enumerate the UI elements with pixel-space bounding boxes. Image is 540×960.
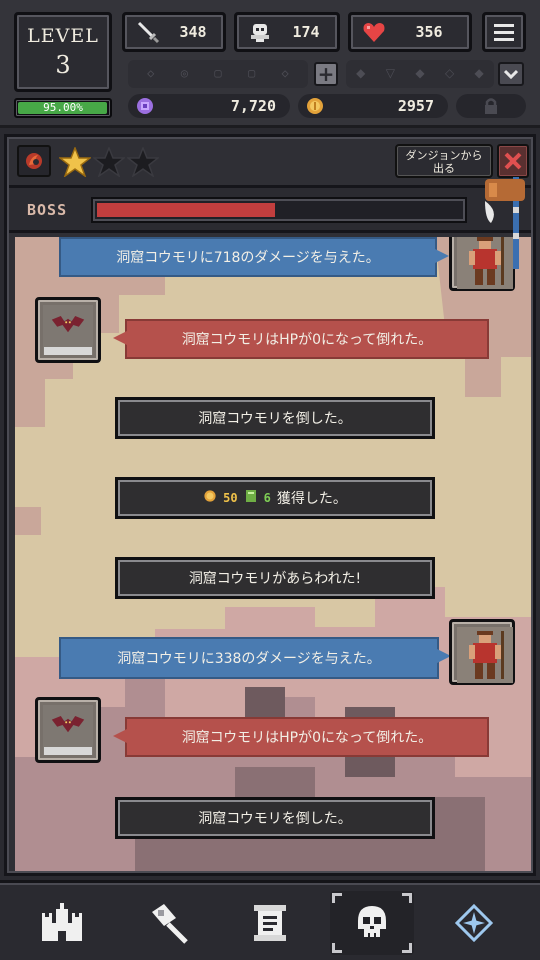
defense-stat[interactable]: 174 xyxy=(234,12,340,52)
boss-progress-fill xyxy=(97,203,276,217)
equipment-slots-left: ◇ ◎ ▢ ▢ ◇ xyxy=(128,60,308,88)
enemy-portrait[interactable] xyxy=(35,297,101,363)
loot-message: 50 6 獲得した。 xyxy=(115,477,435,519)
empty-slot-icon[interactable]: ◆ xyxy=(470,66,488,82)
menu-button[interactable] xyxy=(482,12,526,52)
empty-slot-icon[interactable]: ◎ xyxy=(174,66,194,82)
nav-dungeon-button[interactable] xyxy=(330,891,414,955)
bottom-navigation xyxy=(0,880,540,960)
hamburger-menu-icon xyxy=(494,24,514,41)
gold-counter[interactable]: 2957 xyxy=(298,94,448,118)
expand-slots-button[interactable] xyxy=(498,62,524,86)
hammer-icon xyxy=(152,904,188,944)
fire-element-icon xyxy=(17,145,51,177)
locked-slot[interactable] xyxy=(456,94,526,118)
gem-icon xyxy=(134,95,156,117)
empty-slot-icon[interactable]: ▢ xyxy=(208,66,228,82)
equipment-slots-right: ◆ ▽ ◆ ◇ ◆ xyxy=(346,60,494,88)
empty-slot-icon[interactable]: ◆ xyxy=(411,66,429,82)
chevron-down-icon xyxy=(504,69,518,79)
battle-log[interactable]: 洞窟コウモリに718のダメージを与えた。 洞窟コウモリはHPが0になって倒れた。洞… xyxy=(15,237,531,871)
attack-value: 348 xyxy=(179,23,207,41)
attack-stat[interactable]: 348 xyxy=(122,12,226,52)
enemy-hp-slot xyxy=(44,347,92,355)
hp-stat[interactable]: 356 xyxy=(348,12,472,52)
enemy-hp-slot xyxy=(44,747,92,755)
gold-coin-icon xyxy=(203,489,217,507)
nav-map-button[interactable] xyxy=(432,891,516,955)
xp-percent-text: 95.00% xyxy=(43,101,83,114)
level-label: LEVEL xyxy=(27,25,99,47)
compass-icon xyxy=(455,904,493,942)
empty-slot-icon[interactable]: ▢ xyxy=(242,66,262,82)
dungeon-header: ダンジョンから 出る xyxy=(13,141,529,181)
star-filled-icon xyxy=(59,147,91,177)
system-message: 洞窟コウモリを倒した。 xyxy=(115,397,435,439)
xp-progress-bar: 95.00% xyxy=(14,98,112,118)
dungeon-panel: ダンジョンから 出る BOSS 洞窟コウモリに718のダメージを与えた。 洞窟コウ… xyxy=(4,134,536,876)
hero-sprite-icon xyxy=(457,627,513,683)
lock-icon xyxy=(485,98,497,114)
close-button[interactable] xyxy=(497,144,529,178)
nav-quest-button[interactable] xyxy=(228,891,312,955)
enemy-defeated-message: 洞窟コウモリはHPが0になって倒れた。 xyxy=(113,319,489,359)
level-value: 3 xyxy=(55,51,71,79)
loot-xp-amount: 6 xyxy=(263,491,271,505)
gold-coin-icon xyxy=(304,95,326,117)
sword-icon xyxy=(133,17,163,47)
loot-content: 50 6 獲得した。 xyxy=(203,488,347,508)
empty-slot-icon[interactable]: ◇ xyxy=(441,66,459,82)
heart-icon xyxy=(359,17,389,47)
boss-progress-row: BOSS xyxy=(9,185,531,233)
star-empty-icon xyxy=(127,147,159,177)
empty-slot-icon[interactable]: ▽ xyxy=(381,66,399,82)
exit-label-line2: 出る xyxy=(433,162,455,175)
system-message: 洞窟コウモリを倒した。 xyxy=(115,797,435,839)
loot-suffix: 獲得した。 xyxy=(276,491,347,507)
skull-shield-icon xyxy=(245,17,275,47)
nav-forge-button[interactable] xyxy=(126,891,210,955)
empty-slot-icon[interactable]: ◆ xyxy=(352,66,370,82)
empty-slot-icon[interactable]: ◇ xyxy=(275,66,295,82)
exit-label-line1: ダンジョンから xyxy=(405,149,483,162)
level-panel: LEVEL 3 xyxy=(14,12,112,92)
player-attack-message: 洞窟コウモリに338のダメージを与えた。 xyxy=(59,637,451,679)
difficulty-stars xyxy=(59,147,159,177)
xp-book-icon xyxy=(244,489,258,507)
gem-value: 7,720 xyxy=(230,97,276,115)
enemy-portrait[interactable] xyxy=(35,697,101,763)
scroll-icon xyxy=(254,905,286,941)
defense-value: 174 xyxy=(292,23,320,41)
top-hud: LEVEL 3 95.00% 348 174 356 ◇ ◎ ▢ ▢ ◇ + ◆… xyxy=(0,0,540,128)
player-attack-message: 洞窟コウモリに718のダメージを与えた。 xyxy=(59,237,449,277)
hp-value: 356 xyxy=(415,23,443,41)
empty-slot-icon[interactable]: ◇ xyxy=(141,66,161,82)
boss-label: BOSS xyxy=(27,201,68,219)
loot-gold-amount: 50 xyxy=(223,491,238,505)
axe-icon xyxy=(485,177,525,269)
star-empty-icon xyxy=(93,147,125,177)
enemy-defeated-message: 洞窟コウモリはHPが0になって倒れた。 xyxy=(113,717,489,757)
close-icon xyxy=(504,152,522,170)
hero-portrait[interactable] xyxy=(449,619,515,685)
gold-value: 2957 xyxy=(397,97,434,115)
add-equipment-button[interactable]: + xyxy=(314,62,338,86)
skull-icon xyxy=(358,906,386,937)
gem-counter[interactable]: 7,720 xyxy=(128,94,290,118)
nav-castle-button[interactable] xyxy=(20,891,104,955)
boss-progress-bar xyxy=(91,197,467,223)
system-message: 洞窟コウモリがあらわれた! xyxy=(115,557,435,599)
castle-icon xyxy=(42,903,82,941)
exit-dungeon-button[interactable]: ダンジョンから 出る xyxy=(395,144,493,178)
